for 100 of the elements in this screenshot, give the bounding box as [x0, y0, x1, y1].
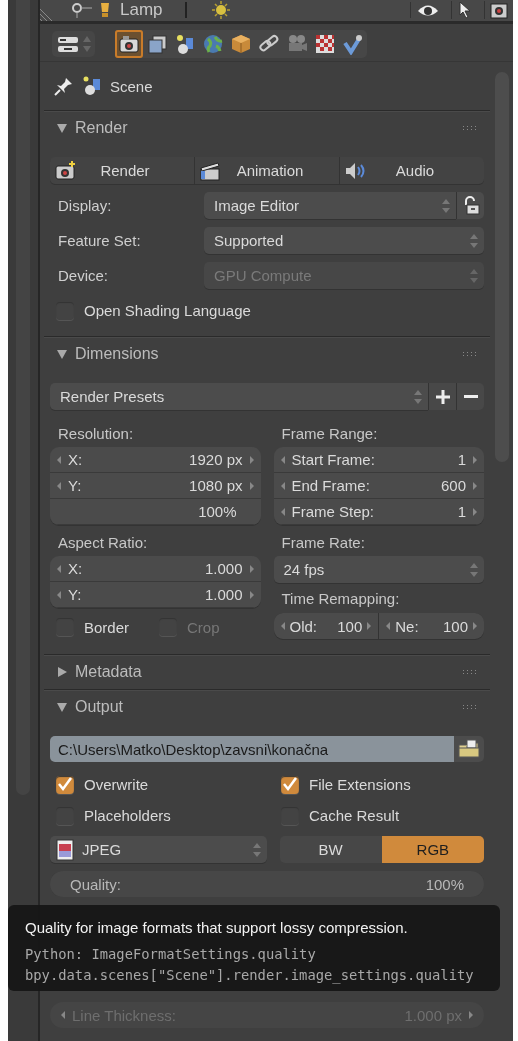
section-label: Aspect Ratio:	[57, 532, 149, 553]
right-arrow-icon	[472, 622, 478, 630]
checkbox-label: Crop	[187, 618, 220, 636]
field-label: Display:	[57, 197, 113, 214]
color-mode-tab[interactable]: RGB	[381, 836, 484, 863]
panel-header[interactable]: Output	[44, 690, 490, 724]
cursor-icon[interactable]	[457, 1, 473, 20]
panel-header[interactable]: Metadata	[44, 655, 490, 689]
up-down-arrows-icon	[470, 561, 478, 578]
left-arrow-icon	[279, 622, 286, 630]
dropdown[interactable]: Image Editor	[204, 192, 456, 219]
path-field[interactable]: C:\Users\Matko\Desktop\zavsni\konačna	[50, 736, 454, 762]
field-label: Feature Set:	[57, 232, 142, 249]
up-down-arrows-icon	[414, 388, 422, 405]
right-arrow-icon	[472, 507, 478, 516]
number-field[interactable]: Ne: 100	[379, 613, 484, 639]
camera-icon[interactable]	[490, 1, 508, 20]
breadcrumb-label: Scene	[110, 77, 153, 95]
dropdown[interactable]: 24 fps	[273, 556, 484, 583]
number-field[interactable]: X: 1.000	[50, 556, 261, 582]
minus-icon	[463, 395, 478, 398]
plus-icon	[434, 388, 451, 405]
percentage-field[interactable]: 100%	[50, 499, 261, 525]
checkbox[interactable]	[56, 618, 74, 636]
number-field[interactable]: Frame Step: 1	[273, 499, 484, 525]
pin-icon[interactable]	[54, 76, 74, 96]
tooltip-text: Quality for image formats that support lossy compression.	[25, 919, 409, 936]
checkbox-label: Overwrite	[84, 776, 149, 793]
context-tab[interactable]	[115, 29, 143, 58]
grip-icon	[462, 125, 478, 131]
checkbox-label: Placeholders	[84, 807, 171, 824]
left-arrow-icon	[56, 481, 62, 490]
clapperboard-icon	[199, 159, 221, 182]
number-field[interactable]: X: 1920 px	[50, 447, 261, 473]
python-path: bpy.data.scenes["Scene"].render.image_settings.quality	[25, 966, 475, 986]
number-field[interactable]: Y: 1080 px	[50, 473, 261, 499]
image-file-icon	[56, 838, 74, 861]
quality-slider[interactable]: Quality: 100%	[50, 871, 484, 897]
editor-type-button[interactable]	[52, 30, 95, 57]
checkbox-label: File Extensions	[309, 776, 411, 793]
format-dropdown[interactable]: JPEG	[50, 836, 267, 863]
left-arrow-icon	[56, 455, 62, 464]
right-arrow-icon	[248, 455, 255, 464]
left-arrow-icon	[56, 590, 62, 599]
checkbox-label: Border	[84, 618, 130, 636]
lock-button[interactable]	[456, 192, 484, 219]
grip-icon	[462, 704, 478, 710]
up-down-arrows-icon	[442, 197, 450, 214]
number-field[interactable]: Y: 1.000	[50, 582, 261, 608]
right-arrow-icon	[248, 564, 255, 573]
scene-objects-icon	[82, 76, 102, 96]
field-label: Device:	[57, 267, 110, 284]
sun-icon	[210, 1, 231, 20]
image-stack-icon	[146, 32, 168, 55]
render-button[interactable]: Audio	[340, 157, 484, 184]
right-arrow-icon	[248, 590, 255, 599]
section-label: Resolution:	[57, 423, 135, 444]
left-arrow-icon	[56, 564, 62, 573]
right-arrow-icon	[472, 455, 478, 464]
checkbox-label: Open Shading Language	[84, 302, 251, 319]
globe-icon	[202, 32, 224, 55]
object-name: Lamp	[120, 0, 163, 21]
left-arrow-icon	[279, 455, 286, 464]
checker-icon	[314, 32, 336, 55]
checkbox[interactable]	[56, 301, 74, 320]
checkbox[interactable]	[56, 775, 74, 794]
cube-icon	[230, 32, 252, 55]
checkbox[interactable]	[281, 806, 299, 825]
python-path: Python: ImageFormatSettings.quality	[25, 945, 317, 964]
checkbox[interactable]	[56, 806, 74, 825]
number-field[interactable]: Start Frame: 1	[273, 447, 484, 473]
up-down-arrows-icon	[470, 267, 478, 284]
checkbox-label: Cache Result	[309, 807, 400, 824]
up-down-arrows-icon	[83, 34, 91, 53]
right-arrow-icon	[366, 622, 373, 630]
up-down-arrows-icon	[252, 841, 261, 858]
section-label: Time Remapping:	[280, 588, 401, 609]
number-field[interactable]: End Frame: 600	[273, 473, 484, 499]
dropdown[interactable]: Render Presets	[50, 383, 428, 410]
grip-icon	[462, 669, 478, 675]
section-label: Frame Range:	[280, 423, 379, 444]
render-button[interactable]: Animation	[195, 157, 340, 184]
folder-icon	[458, 739, 480, 759]
panel-header[interactable]: Render	[44, 111, 490, 145]
dropdown[interactable]: Supported	[204, 227, 484, 254]
left-arrow-icon	[385, 622, 392, 630]
checkbox[interactable]	[281, 775, 299, 794]
file-browser-button[interactable]	[454, 736, 484, 762]
grip-icon	[462, 351, 478, 357]
scene-objects-icon	[174, 32, 196, 55]
number-field[interactable]: Old: 100	[273, 613, 379, 639]
lamp-icon	[98, 1, 112, 20]
render-button[interactable]: Render	[50, 157, 195, 184]
node-icon	[72, 2, 92, 19]
left-arrow-icon	[279, 507, 286, 516]
right-arrow-icon	[248, 481, 255, 490]
section-label: Frame Rate:	[280, 532, 366, 553]
panel-header[interactable]: Dimensions	[44, 337, 490, 371]
left-arrow-icon	[279, 481, 286, 490]
color-mode-tab[interactable]: BW	[279, 836, 382, 863]
